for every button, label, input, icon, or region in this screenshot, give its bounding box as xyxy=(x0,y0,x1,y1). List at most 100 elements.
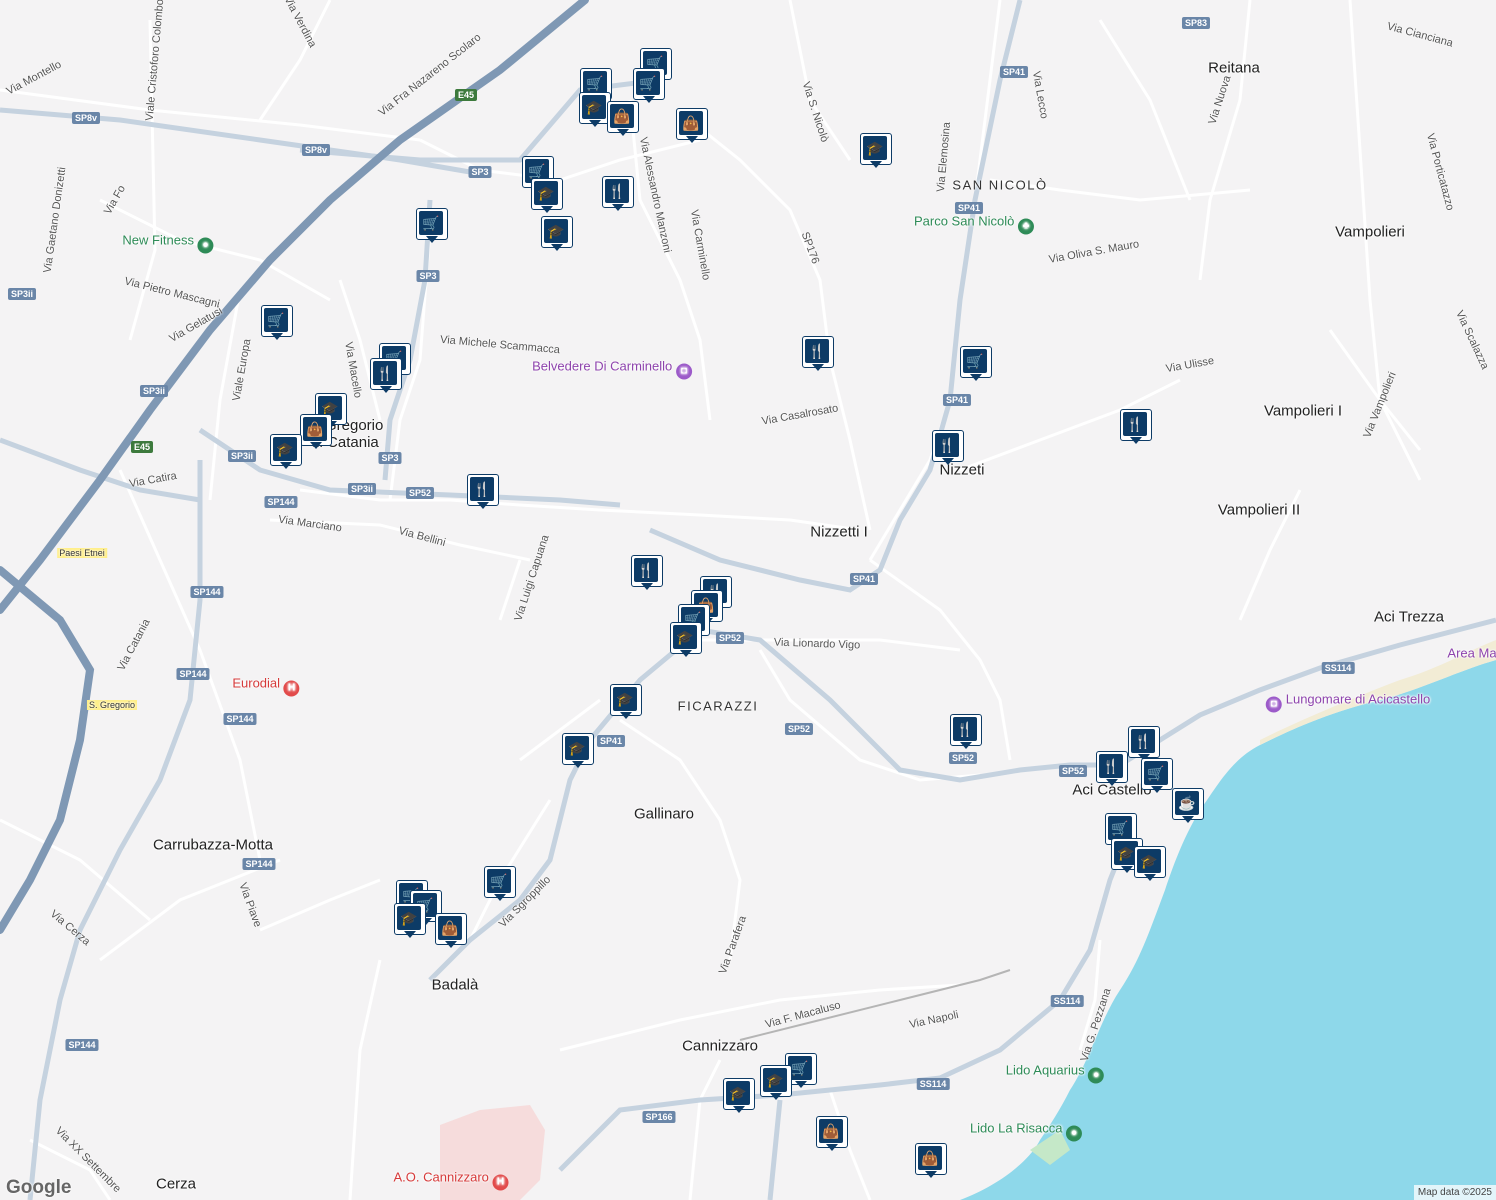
restaurant-marker[interactable]: 🍴 xyxy=(1128,726,1160,761)
fork-knife-icon: 🍴 xyxy=(605,179,629,203)
poi-new-fitness[interactable]: New Fitness ● xyxy=(122,233,217,254)
school-marker[interactable]: 🎓 xyxy=(723,1078,755,1113)
fork-knife-icon: 🍴 xyxy=(935,433,959,457)
shopping-bag-marker[interactable]: 👜 xyxy=(607,101,639,136)
restaurant-marker[interactable]: 🍴 xyxy=(932,430,964,465)
road-shield: SP166 xyxy=(642,1111,676,1123)
shopping-cart-marker[interactable]: 🛒 xyxy=(633,68,665,103)
poi-belvedere[interactable]: Belvedere Di Carminello ◘ xyxy=(532,359,696,380)
place-label: Nizzetti I xyxy=(810,523,868,541)
street-label: Paesi Etnei xyxy=(57,548,107,558)
poi-eurodial[interactable]: Eurodial H xyxy=(232,676,303,697)
graduation-cap-icon: 🎓 xyxy=(273,437,297,461)
shopping-cart-marker[interactable]: 🛒 xyxy=(960,346,992,381)
shopping-bag-marker[interactable]: 👜 xyxy=(816,1116,848,1151)
shopping-cart-icon: 🛒 xyxy=(1108,816,1132,840)
restaurant-marker[interactable]: 🍴 xyxy=(1120,409,1152,444)
restaurant-marker[interactable]: 🍴 xyxy=(370,358,402,393)
poi-area-ma[interactable]: Area Ma xyxy=(1447,646,1496,661)
road-shield: SP52 xyxy=(715,632,745,644)
school-marker[interactable]: 🎓 xyxy=(860,133,892,168)
fork-knife-icon: 🍴 xyxy=(1131,729,1155,753)
place-label: Carrubazza-Motta xyxy=(152,836,274,854)
road-shield: SP8v xyxy=(301,144,331,156)
road-shield: SP144 xyxy=(190,586,224,598)
restaurant-marker[interactable]: 🍴 xyxy=(631,555,663,590)
place-label: Badalà xyxy=(431,976,479,994)
cafe-marker[interactable]: ☕ xyxy=(1172,788,1204,823)
shopping-bag-icon: 👜 xyxy=(679,111,703,135)
restaurant-marker[interactable]: 🍴 xyxy=(950,714,982,749)
shopping-cart-marker[interactable]: 🛒 xyxy=(261,305,293,340)
shopping-cart-marker[interactable]: 🛒 xyxy=(484,866,516,901)
road-shield: SP3ii xyxy=(139,385,169,397)
road-shield: SP52 xyxy=(784,723,814,735)
shopping-bag-icon: 👜 xyxy=(303,417,327,441)
fork-knife-icon: 🍴 xyxy=(1099,754,1123,778)
school-marker[interactable]: 🎓 xyxy=(610,684,642,719)
shopping-bag-marker[interactable]: 👜 xyxy=(676,108,708,143)
road-shield: SP3 xyxy=(378,452,402,464)
school-marker[interactable]: 🎓 xyxy=(394,903,426,938)
road-shield: SP144 xyxy=(176,668,210,680)
graduation-cap-icon: 🎓 xyxy=(863,136,887,160)
road-shield: SP83 xyxy=(1181,17,1211,29)
road-shield: SP41 xyxy=(942,394,972,406)
restaurant-marker[interactable]: 🍴 xyxy=(802,336,834,371)
shopping-bag-icon: 👜 xyxy=(918,1146,942,1170)
locality-label: FICARAZZI xyxy=(677,698,759,714)
map-attribution[interactable]: Map data ©2025 xyxy=(1413,1185,1496,1200)
road-shield: SP3ii xyxy=(347,483,377,495)
poi-lido-aquarius[interactable]: Lido Aquarius ● xyxy=(1006,1063,1108,1084)
road-shield: SP144 xyxy=(264,496,298,508)
shopping-cart-marker[interactable]: 🛒 xyxy=(416,208,448,243)
locality-label: SAN NICOLÒ xyxy=(952,177,1048,193)
graduation-cap-icon: 🎓 xyxy=(673,625,697,649)
road-shield: SP41 xyxy=(999,66,1029,78)
poi-lido-la-risacca[interactable]: Lido La Risacca ● xyxy=(970,1121,1086,1142)
coffee-cup-icon: ☕ xyxy=(1175,791,1199,815)
shopping-cart-marker[interactable]: 🛒 xyxy=(1141,758,1173,793)
road-shield: SP52 xyxy=(948,752,978,764)
street-label: S. Gregorio xyxy=(86,700,138,710)
graduation-cap-icon: 🎓 xyxy=(1137,849,1161,873)
poi-parco-san-nicolo[interactable]: Parco San Nicolò ♣ xyxy=(914,214,1038,235)
school-marker[interactable]: 🎓 xyxy=(541,216,573,251)
graduation-cap-icon: 🎓 xyxy=(544,219,568,243)
road-shield: SP41 xyxy=(849,573,879,585)
place-label: Gallinaro xyxy=(633,805,695,823)
road-shield: SP3 xyxy=(468,166,492,178)
school-marker[interactable]: 🎓 xyxy=(531,178,563,213)
beach-icon: ● xyxy=(1066,1125,1083,1142)
fork-knife-icon: 🍴 xyxy=(953,717,977,741)
sea-area xyxy=(960,660,1496,1200)
restaurant-marker[interactable]: 🍴 xyxy=(1096,751,1128,786)
shopping-cart-icon: 🛒 xyxy=(963,349,987,373)
graduation-cap-icon: 🎓 xyxy=(582,95,606,119)
school-marker[interactable]: 🎓 xyxy=(562,733,594,768)
shopping-bag-icon: 👜 xyxy=(819,1119,843,1143)
school-marker[interactable]: 🎓 xyxy=(270,434,302,469)
graduation-cap-icon: 🎓 xyxy=(726,1081,750,1105)
shopping-bag-marker[interactable]: 👜 xyxy=(435,913,467,948)
place-label: Reitana xyxy=(1208,59,1260,77)
graduation-cap-icon: 🎓 xyxy=(397,906,421,930)
road-shield: SP3 xyxy=(416,270,440,282)
graduation-cap-icon: 🎓 xyxy=(565,736,589,760)
map-canvas[interactable] xyxy=(0,0,1496,1200)
restaurant-marker[interactable]: 🍴 xyxy=(602,176,634,211)
school-marker[interactable]: 🎓 xyxy=(1134,846,1166,881)
shopping-bag-marker[interactable]: 👜 xyxy=(300,414,332,449)
shopping-cart-icon: 🛒 xyxy=(1144,761,1168,785)
poi-ao-cannizzaro[interactable]: A.O. Cannizzaro H xyxy=(394,1170,513,1191)
road-shield: SP3ii xyxy=(227,450,257,462)
poi-lungomare[interactable]: ◘ Lungomare di Acicastello xyxy=(1265,692,1430,713)
place-label: Vampolieri II xyxy=(1217,501,1301,519)
road-shield: SP8v xyxy=(71,112,101,124)
shopping-bag-marker[interactable]: 👜 xyxy=(915,1143,947,1178)
restaurant-marker[interactable]: 🍴 xyxy=(467,474,499,509)
school-marker[interactable]: 🎓 xyxy=(760,1065,792,1100)
camera-icon: ◘ xyxy=(675,363,692,380)
fork-knife-icon: 🍴 xyxy=(470,477,494,501)
school-marker[interactable]: 🎓 xyxy=(670,622,702,657)
